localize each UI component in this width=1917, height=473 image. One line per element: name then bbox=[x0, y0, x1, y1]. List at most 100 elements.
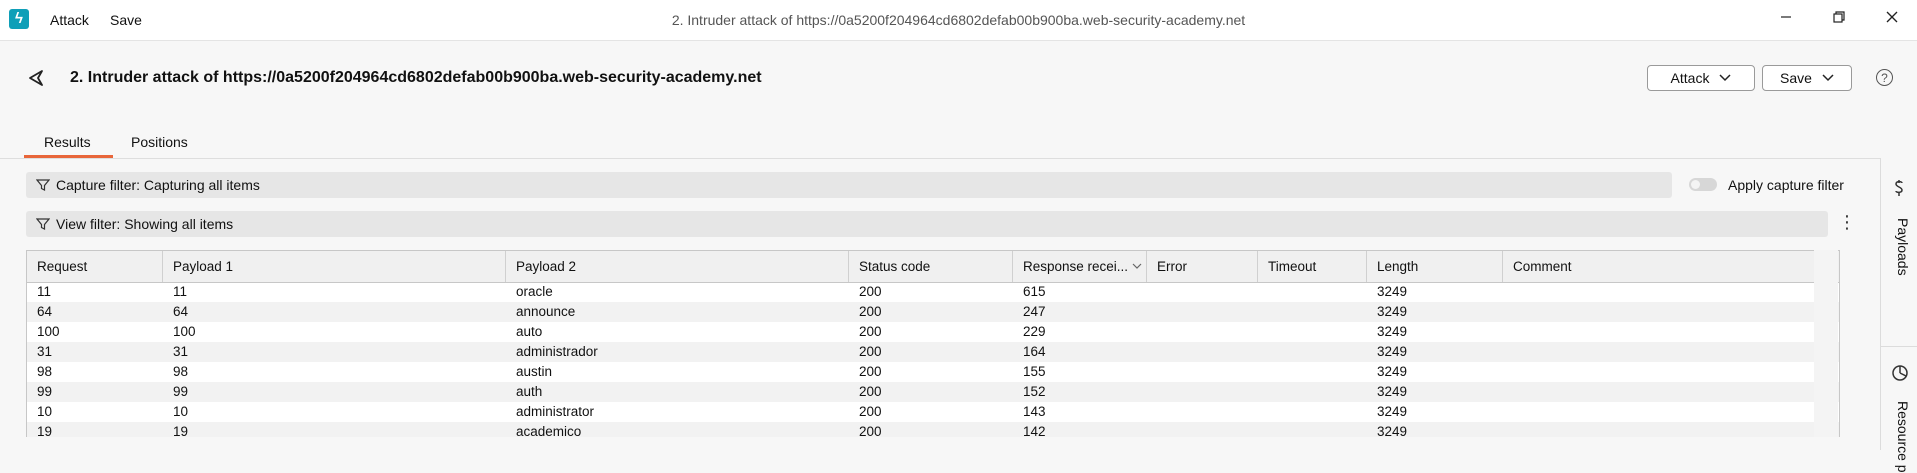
table-cell: 200 bbox=[859, 364, 882, 379]
column-header[interactable]: Length bbox=[1367, 251, 1503, 282]
attack-title: 2. Intruder attack of https://0a5200f204… bbox=[70, 69, 762, 86]
table-header: Request Payload 1 Payload 2 Status code … bbox=[27, 251, 1839, 283]
save-button-label: Save bbox=[1780, 70, 1812, 86]
table-cell: 3249 bbox=[1377, 284, 1408, 299]
attack-button-label: Attack bbox=[1670, 70, 1710, 86]
table-cell: 100 bbox=[37, 324, 60, 339]
attack-header: 2. Intruder attack of https://0a5200f204… bbox=[0, 40, 1917, 114]
column-header[interactable]: Status code bbox=[849, 251, 1013, 282]
table-cell: 3249 bbox=[1377, 344, 1408, 359]
table-cell: announce bbox=[516, 304, 576, 319]
table-row[interactable]: 98 98 austin 200 155 3249 bbox=[27, 362, 1839, 382]
view-filter-text: View filter: Showing all items bbox=[56, 216, 234, 232]
chevron-down-icon bbox=[1822, 74, 1834, 82]
table-cell bbox=[1503, 362, 1839, 382]
table-cell: 3249 bbox=[1377, 304, 1408, 319]
capture-filter-bar[interactable]: Capture filter: Capturing all items bbox=[26, 172, 1672, 198]
table-cell: 99 bbox=[37, 384, 53, 399]
column-header[interactable]: Error bbox=[1147, 251, 1258, 282]
view-filter-bar[interactable]: View filter: Showing all items bbox=[26, 211, 1828, 237]
table-cell: 615 bbox=[1023, 284, 1046, 299]
table-cell: 10 bbox=[173, 404, 189, 419]
window-title: 2. Intruder attack of https://0a5200f204… bbox=[671, 12, 1246, 28]
table-cell: 247 bbox=[1023, 304, 1046, 319]
table-cell: auto bbox=[516, 324, 543, 339]
resource-pool-icon[interactable] bbox=[1891, 364, 1909, 387]
table-cell bbox=[1258, 282, 1367, 302]
table-cell: 11 bbox=[173, 284, 188, 299]
table-row[interactable]: 100 100 auto 200 229 3249 bbox=[27, 322, 1839, 342]
table-cell: 11 bbox=[37, 284, 52, 299]
table-cell bbox=[1147, 302, 1258, 322]
table-cell: 98 bbox=[37, 364, 53, 379]
chevron-down-icon bbox=[1719, 74, 1731, 82]
table-cell bbox=[1147, 382, 1258, 402]
table-cell bbox=[1258, 362, 1367, 382]
table-cell: auth bbox=[516, 384, 543, 399]
column-header[interactable]: Request bbox=[27, 251, 163, 282]
table-cell: 164 bbox=[1023, 344, 1046, 359]
save-dropdown-button[interactable]: Save bbox=[1762, 65, 1852, 91]
table-cell: 100 bbox=[173, 324, 196, 339]
column-header-sorted[interactable]: Response recei... bbox=[1013, 251, 1147, 282]
table-row[interactable]: 11 11 oracle 200 615 3249 bbox=[27, 282, 1839, 302]
attack-dropdown-button[interactable]: Attack bbox=[1647, 65, 1755, 91]
table-cell: 31 bbox=[37, 344, 53, 359]
apply-capture-filter-toggle[interactable] bbox=[1689, 178, 1717, 191]
table-row[interactable]: 10 10 administrator 200 143 3249 bbox=[27, 402, 1839, 422]
table-cell: 200 bbox=[859, 284, 882, 299]
table-cell: 200 bbox=[859, 304, 882, 319]
table-cell: 3249 bbox=[1377, 404, 1408, 419]
tab-results[interactable]: Results bbox=[44, 134, 91, 150]
tabs-divider bbox=[0, 158, 1880, 159]
column-header-label: Response recei... bbox=[1023, 259, 1129, 274]
table-cell bbox=[1258, 322, 1367, 342]
side-panel-rail: Payloads Resource p bbox=[1880, 158, 1917, 473]
table-cell bbox=[1258, 342, 1367, 362]
payloads-icon[interactable] bbox=[1891, 180, 1907, 203]
restore-icon[interactable] bbox=[1827, 9, 1851, 31]
table-cell bbox=[1147, 282, 1258, 302]
column-header[interactable]: Timeout bbox=[1258, 251, 1367, 282]
tab-positions[interactable]: Positions bbox=[131, 134, 188, 150]
table-cell bbox=[1503, 322, 1839, 342]
payloads-panel-tab[interactable]: Payloads bbox=[1895, 218, 1911, 276]
back-arrow-icon[interactable] bbox=[26, 68, 46, 93]
table-cell: austin bbox=[516, 364, 553, 379]
table-cell bbox=[1147, 402, 1258, 422]
column-header[interactable]: Payload 1 bbox=[163, 251, 506, 282]
table-row[interactable]: 64 64 announce 200 247 3249 bbox=[27, 302, 1839, 322]
table-cell bbox=[1147, 322, 1258, 342]
table-cell: 64 bbox=[173, 304, 189, 319]
sort-desc-icon bbox=[1132, 263, 1142, 269]
table-row[interactable]: 99 99 auth 200 152 3249 bbox=[27, 382, 1839, 402]
table-row[interactable]: 31 31 administrador 200 164 3249 bbox=[27, 342, 1839, 362]
table-cell bbox=[1258, 302, 1367, 322]
capture-filter-text: Capture filter: Capturing all items bbox=[56, 177, 260, 193]
table-cell: 99 bbox=[173, 384, 189, 399]
table-cell: 229 bbox=[1023, 324, 1046, 339]
minimize-icon[interactable] bbox=[1774, 9, 1798, 31]
table-cell: oracle bbox=[516, 284, 553, 299]
column-header[interactable]: Comment bbox=[1503, 251, 1839, 282]
more-options-icon[interactable]: ⋮ bbox=[1838, 213, 1856, 231]
help-icon[interactable]: ? bbox=[1876, 69, 1893, 86]
table-cell: 3249 bbox=[1377, 324, 1408, 339]
table-cell bbox=[1503, 342, 1839, 362]
table-cell bbox=[1503, 382, 1839, 402]
column-header[interactable]: Payload 2 bbox=[506, 251, 849, 282]
results-table: Request Payload 1 Payload 2 Status code … bbox=[26, 250, 1840, 439]
filter-icon bbox=[36, 179, 50, 191]
close-icon[interactable] bbox=[1880, 9, 1904, 31]
table-cell: 143 bbox=[1023, 404, 1046, 419]
table-cell: 31 bbox=[173, 344, 189, 359]
table-cell: 3249 bbox=[1377, 384, 1408, 399]
table-cell bbox=[1258, 402, 1367, 422]
table-cell: 98 bbox=[173, 364, 189, 379]
table-cell bbox=[1503, 302, 1839, 322]
table-cell: 152 bbox=[1023, 384, 1046, 399]
resource-pool-panel-tab[interactable]: Resource p bbox=[1895, 401, 1911, 473]
vertical-scrollbar[interactable] bbox=[1814, 250, 1838, 437]
table-cell: 10 bbox=[37, 404, 53, 419]
table-cell bbox=[1503, 402, 1839, 422]
